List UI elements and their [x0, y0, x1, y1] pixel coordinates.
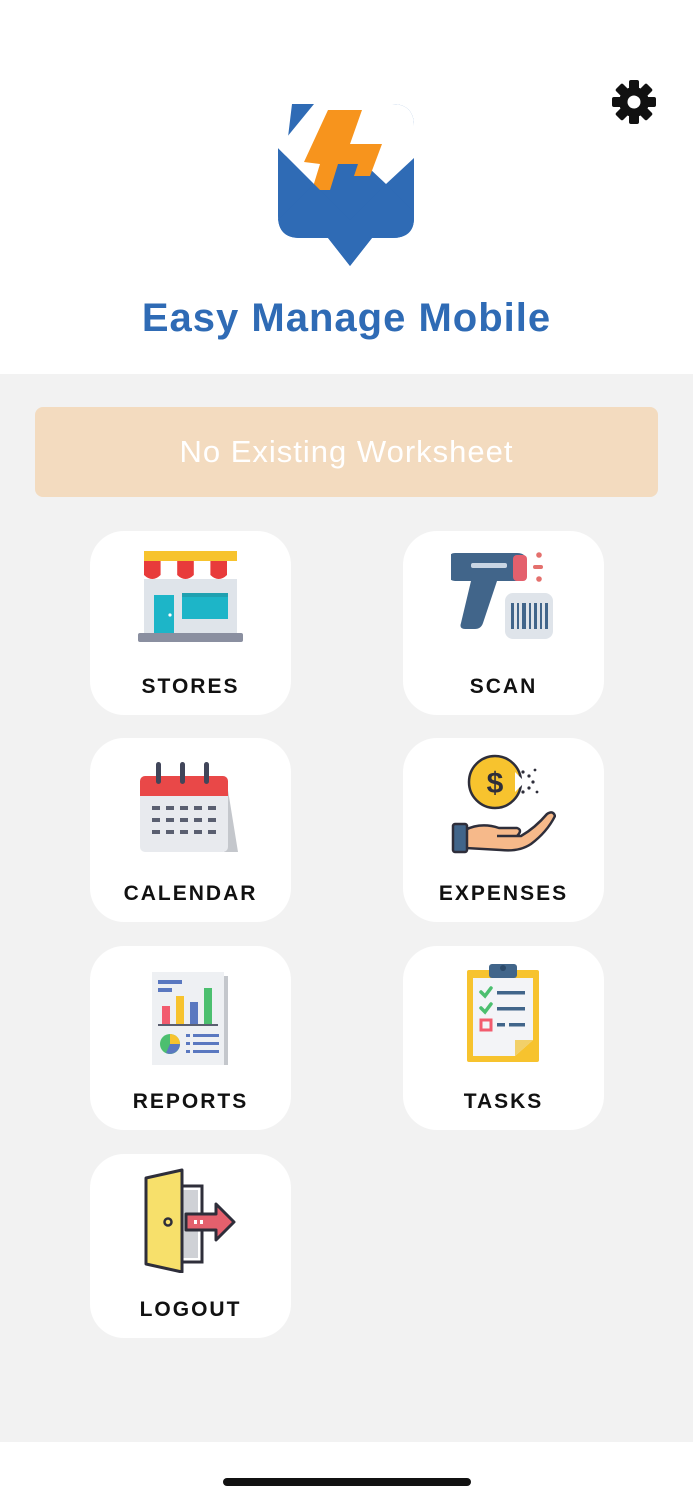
gear-icon[interactable] [610, 78, 658, 126]
worksheet-banner[interactable]: No Existing Worksheet [35, 407, 658, 497]
app-title: Easy Manage Mobile [141, 296, 552, 340]
clipboard-icon [467, 964, 539, 1062]
logout-tile[interactable]: LOGOUT [90, 1154, 291, 1338]
report-icon [152, 972, 228, 1065]
money-hand-icon: $ [451, 754, 556, 854]
worksheet-banner-text: No Existing Worksheet [179, 434, 514, 469]
app-logo [278, 104, 414, 266]
expenses-tile[interactable]: $ EXPENSES [403, 738, 604, 922]
bottom-bar [0, 1442, 693, 1500]
header: Easy Manage Mobile [0, 0, 693, 374]
scan-tile[interactable]: SCAN [403, 531, 604, 715]
stores-tile[interactable]: STORES [90, 531, 291, 715]
calendar-icon [140, 762, 238, 852]
stores-label: STORES [141, 675, 240, 698]
expenses-label: EXPENSES [438, 882, 569, 905]
scan-label: SCAN [469, 675, 538, 698]
calendar-tile[interactable]: CALENDAR [90, 738, 291, 922]
store-icon [138, 551, 243, 642]
tasks-label: TASKS [463, 1090, 544, 1113]
logout-label: LOGOUT [139, 1298, 242, 1321]
reports-tile[interactable]: REPORTS [90, 946, 291, 1130]
home-indicator[interactable] [223, 1478, 471, 1486]
reports-label: REPORTS [132, 1090, 249, 1113]
svg-text:$: $ [487, 767, 504, 800]
door-exit-icon [144, 1168, 236, 1273]
tasks-tile[interactable]: TASKS [403, 946, 604, 1130]
barcode-scanner-icon [451, 552, 553, 639]
calendar-label: CALENDAR [123, 882, 258, 905]
